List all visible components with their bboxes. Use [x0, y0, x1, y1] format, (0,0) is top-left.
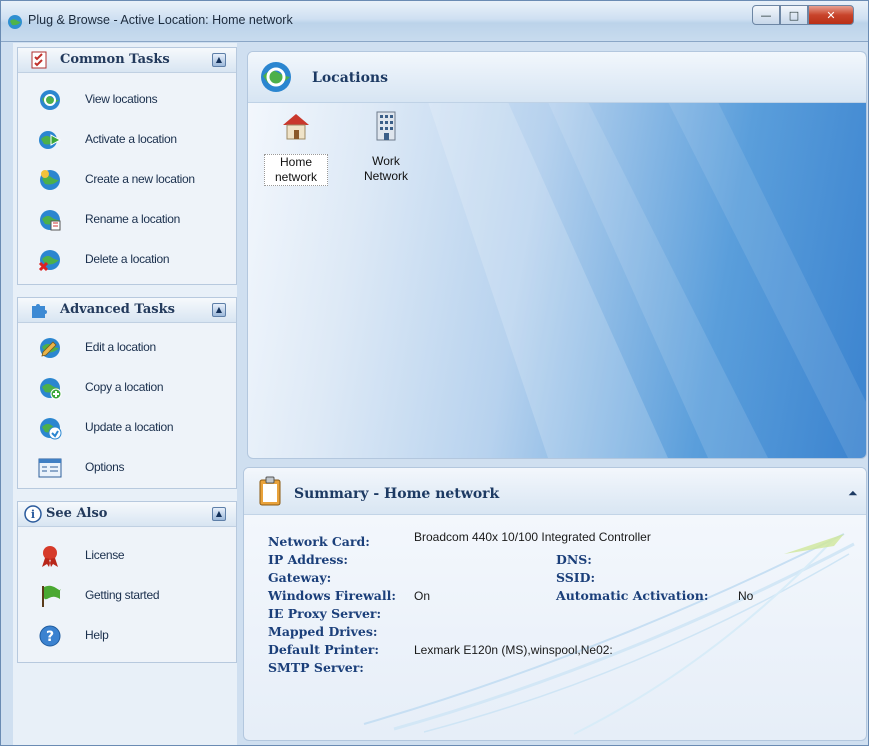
task-getting-started[interactable]: Getting started [18, 578, 236, 618]
task-sidebar: Common Tasks ▲ View locations Activate a… [13, 43, 237, 745]
task-activate-location[interactable]: Activate a location [18, 122, 236, 162]
ssid-label: SSID: [556, 570, 596, 585]
task-label: Getting started [85, 588, 160, 602]
maximize-button[interactable]: □ [780, 5, 808, 25]
summary-panel: Summary - Home network ⏶ Network Card: B… [243, 467, 867, 741]
globe-copy-icon [40, 378, 62, 400]
windows-firewall-value: On [414, 589, 431, 603]
task-label: Copy a location [85, 380, 164, 394]
task-edit-location[interactable]: Edit a location [18, 330, 236, 370]
automatic-activation-value: No [738, 589, 754, 603]
location-home-network[interactable]: Home network [264, 110, 328, 186]
house-icon [283, 114, 309, 140]
task-label: Help [85, 628, 109, 642]
windows-firewall-label: Windows Firewall: [268, 588, 397, 603]
task-label: Update a location [85, 420, 174, 434]
window-title: Plug & Browse - Active Location: Home ne… [28, 13, 293, 27]
common-tasks-header[interactable]: Common Tasks ▲ [18, 48, 236, 73]
task-label: Edit a location [85, 340, 156, 354]
task-label: Activate a location [85, 132, 177, 146]
checklist-icon [31, 51, 47, 69]
task-label: Create a new location [85, 172, 195, 186]
title-bar[interactable]: Plug & Browse - Active Location: Home ne… [1, 1, 868, 42]
common-tasks-panel: Common Tasks ▲ View locations Activate a… [17, 47, 237, 285]
minimize-button[interactable]: — [752, 5, 780, 25]
task-create-location[interactable]: Create a new location [18, 162, 236, 202]
task-label: Delete a location [85, 252, 170, 266]
task-license[interactable]: License [18, 538, 236, 578]
ip-address-label: IP Address: [268, 552, 349, 567]
task-label: Options [85, 460, 125, 474]
see-also-panel: i See Also ▲ License Getting started ? H… [17, 501, 237, 663]
puzzle-icon [32, 304, 47, 318]
flag-icon [42, 585, 61, 607]
gateway-label: Gateway: [268, 570, 332, 585]
ribbon-icon [42, 546, 58, 567]
info-icon: i [24, 505, 42, 523]
globe-update-icon [40, 418, 62, 440]
advanced-tasks-title: Advanced Tasks [60, 302, 175, 317]
advanced-tasks-panel: Advanced Tasks ▲ Edit a location Copy a … [17, 297, 237, 489]
app-globe-icon [8, 15, 22, 29]
see-also-header[interactable]: i See Also ▲ [18, 502, 236, 527]
mapped-drives-label: Mapped Drives: [268, 624, 378, 639]
task-rename-location[interactable]: Rename a location [18, 202, 236, 242]
help-icon: ? [39, 625, 61, 647]
default-printer-value: Lexmark E120n (MS),winspool,Ne02: [414, 643, 613, 657]
collapse-common-tasks-button[interactable]: ▲ [212, 53, 226, 67]
ie-proxy-label: IE Proxy Server: [268, 606, 382, 621]
task-label: License [85, 548, 125, 562]
office-building-icon [376, 111, 396, 141]
network-card-label: Network Card: [268, 534, 370, 549]
main-content: Locations Home network Work Network Summar… [243, 47, 867, 745]
locations-title: Locations [312, 70, 388, 86]
task-delete-location[interactable]: Delete a location [18, 242, 236, 282]
globe-delete-icon [38, 250, 60, 272]
globe-magnifier-icon [261, 62, 291, 92]
globe-magnifier-icon [40, 90, 60, 110]
background-light-rays [428, 102, 866, 458]
see-also-title: See Also [46, 506, 108, 521]
locations-panel: Locations Home network Work Network [247, 51, 867, 459]
automatic-activation-label: Automatic Activation: [556, 588, 709, 603]
svg-text:?: ? [46, 629, 54, 645]
clipboard-icon [259, 476, 281, 506]
task-label: Rename a location [85, 212, 180, 226]
task-view-locations[interactable]: View locations [18, 82, 236, 122]
location-label: Home network [264, 154, 328, 186]
location-label: Work Network [363, 154, 408, 183]
task-copy-location[interactable]: Copy a location [18, 370, 236, 410]
task-update-location[interactable]: Update a location [18, 410, 236, 450]
dns-label: DNS: [556, 552, 592, 567]
advanced-tasks-header[interactable]: Advanced Tasks ▲ [18, 298, 236, 323]
svg-text:i: i [31, 508, 35, 521]
default-printer-label: Default Printer: [268, 642, 379, 657]
task-label: View locations [85, 92, 158, 106]
location-work-network[interactable]: Work Network [354, 110, 418, 184]
globe-edit-icon [40, 338, 60, 358]
locations-header: Locations [248, 52, 866, 103]
summary-title: Summary - Home network [294, 486, 500, 502]
collapse-advanced-tasks-button[interactable]: ▲ [212, 303, 226, 317]
globe-arrow-icon [39, 131, 62, 149]
summary-header: Summary - Home network ⏶ [244, 468, 866, 515]
options-icon [38, 458, 62, 478]
network-card-value: Broadcom 440x 10/100 Integrated Controll… [414, 530, 651, 544]
smtp-server-label: SMTP Server: [268, 660, 364, 675]
common-tasks-title: Common Tasks [60, 52, 170, 67]
collapse-summary-icon[interactable]: ⏶ [848, 486, 862, 500]
app-window: Plug & Browse - Active Location: Home ne… [0, 0, 869, 746]
globe-new-icon [40, 170, 60, 190]
collapse-see-also-button[interactable]: ▲ [212, 507, 226, 521]
close-button[interactable]: ✕ [808, 5, 854, 25]
task-help[interactable]: ? Help [18, 618, 236, 658]
window-controls: — □ ✕ [752, 5, 854, 27]
globe-rename-icon [40, 210, 61, 231]
task-options[interactable]: Options [18, 450, 236, 490]
